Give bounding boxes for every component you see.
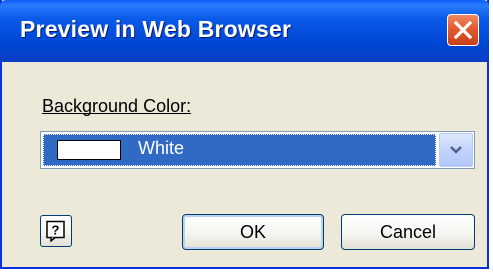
background-color-label: Background Color: [42,96,191,117]
close-icon [453,20,473,40]
background-color-select[interactable]: White [40,131,475,169]
selected-color-value: White [138,138,185,158]
selected-option[interactable]: White [43,134,436,166]
window-title: Preview in Web Browser [20,16,292,42]
ok-button[interactable]: OK [182,214,324,250]
svg-text:?: ? [52,223,60,238]
background-color-label-text: Background Color: [42,96,192,116]
title-bar[interactable]: Preview in Web Browser [0,0,489,62]
help-icon: ? [46,220,65,242]
dialog-window: Preview in Web Browser Background Color:… [0,0,489,269]
color-swatch [57,140,121,160]
dropdown-arrow-button[interactable] [439,133,473,167]
cancel-button[interactable]: Cancel [341,214,475,250]
chevron-down-icon [450,146,462,154]
help-button[interactable]: ? [40,215,72,247]
close-button[interactable] [447,14,479,46]
